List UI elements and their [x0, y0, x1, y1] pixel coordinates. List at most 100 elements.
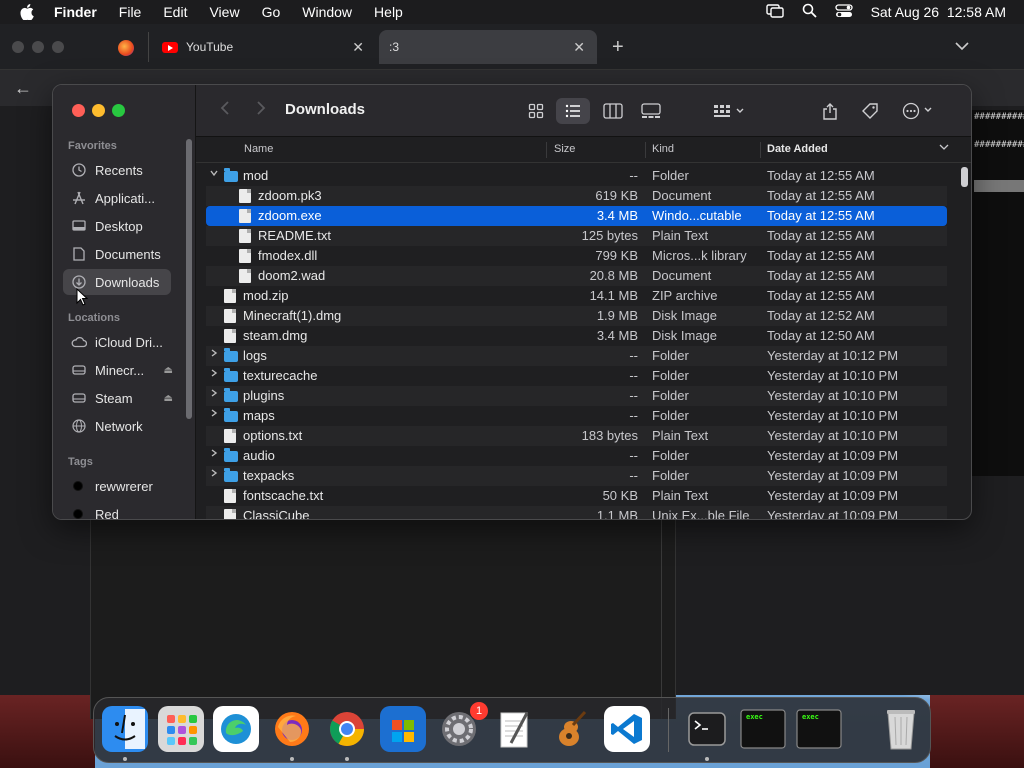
- browser-maximize-button[interactable]: [52, 41, 64, 53]
- chevron-down-icon[interactable]: [955, 38, 969, 56]
- column-header-name[interactable]: Name: [244, 143, 273, 155]
- window-close-button[interactable]: [72, 104, 85, 117]
- list-view-icon[interactable]: [556, 98, 590, 124]
- window-minimize-button[interactable]: [92, 104, 105, 117]
- file-row[interactable]: fontscache.txt 50 KB Plain Text Yesterday a…: [206, 486, 947, 506]
- disclosure-collapsed-icon[interactable]: [209, 368, 221, 381]
- file-row[interactable]: maps -- Folder Yesterday at 10:10 PM: [206, 406, 947, 426]
- trash-icon[interactable]: [878, 706, 924, 752]
- file-row[interactable]: ClassiCube 1.1 MB Unix Ex...ble File Yester…: [206, 506, 947, 519]
- firefox-icon[interactable]: [269, 706, 315, 752]
- file-list-scrollbar[interactable]: [961, 167, 968, 187]
- spotlight-icon[interactable]: [802, 3, 817, 21]
- file-row[interactable]: Minecraft(1).dmg 1.9 MB Disk Image Today at…: [206, 306, 947, 326]
- finder-window: Favorites Recents Applicati... Desktop D…: [52, 84, 972, 520]
- vscode-icon[interactable]: [604, 706, 650, 752]
- disclosure-collapsed-icon[interactable]: [209, 348, 221, 361]
- sidebar-item-recents[interactable]: Recents: [63, 157, 171, 183]
- textedit-icon[interactable]: [492, 706, 538, 752]
- sort-chevron-icon[interactable]: [939, 142, 949, 154]
- column-view-icon[interactable]: [599, 98, 627, 124]
- new-tab-button[interactable]: +: [612, 36, 624, 59]
- file-row[interactable]: mod.zip 14.1 MB ZIP archive Today at 12:55 …: [206, 286, 947, 306]
- sidebar-item-applications[interactable]: Applicati...: [63, 185, 171, 211]
- menu-go[interactable]: Go: [262, 4, 281, 20]
- chrome-icon[interactable]: [324, 706, 370, 752]
- terminal-icon[interactable]: [684, 706, 730, 752]
- control-center-icon[interactable]: [834, 3, 853, 21]
- file-row[interactable]: zdoom.pk3 619 KB Document Today at 12:55 AM: [206, 186, 947, 206]
- sidebar-item-desktop[interactable]: Desktop: [63, 213, 171, 239]
- tab-active[interactable]: :3 ✕: [379, 30, 597, 64]
- apple-menu-icon[interactable]: [18, 4, 36, 20]
- menu-window[interactable]: Window: [302, 4, 352, 20]
- garageband-icon[interactable]: [548, 706, 594, 752]
- file-row[interactable]: doom2.wad 20.8 MB Document Today at 12:55 A…: [206, 266, 947, 286]
- share-icon[interactable]: [819, 98, 841, 124]
- sidebar-scrollbar[interactable]: [186, 139, 192, 419]
- disclosure-collapsed-icon[interactable]: [209, 448, 221, 461]
- screen-mirroring-icon[interactable]: [765, 3, 784, 21]
- tab-divider: [148, 32, 149, 62]
- column-separator[interactable]: [546, 142, 547, 158]
- sidebar-item-icloud[interactable]: iCloud Dri...: [63, 329, 171, 355]
- menu-edit[interactable]: Edit: [163, 4, 187, 20]
- menu-view[interactable]: View: [209, 4, 239, 20]
- sidebar-item-network[interactable]: Network: [63, 413, 171, 439]
- menu-help[interactable]: Help: [374, 4, 403, 20]
- group-icon[interactable]: [710, 98, 750, 124]
- disclosure-expanded-icon[interactable]: [209, 168, 221, 181]
- microsoft-store-icon[interactable]: [380, 706, 426, 752]
- column-header-kind[interactable]: Kind: [652, 143, 674, 155]
- window-maximize-button[interactable]: [112, 104, 125, 117]
- file-row[interactable]: options.txt 183 bytes Plain Text Yesterday …: [206, 426, 947, 446]
- close-icon[interactable]: ✕: [352, 39, 364, 56]
- menu-app-name[interactable]: Finder: [54, 4, 97, 20]
- file-row[interactable]: fmodex.dll 799 KB Micros...k library Today …: [206, 246, 947, 266]
- sidebar-tag-red[interactable]: Red: [63, 501, 171, 519]
- edge-icon[interactable]: [213, 706, 259, 752]
- column-header-date-added[interactable]: Date Added: [767, 143, 828, 155]
- sidebar-tag-rewwrerer[interactable]: rewwrerer: [63, 473, 171, 499]
- column-separator[interactable]: [645, 142, 646, 158]
- eject-icon[interactable]: ⏏: [164, 393, 173, 404]
- finder-icon[interactable]: [102, 706, 148, 752]
- tag-icon[interactable]: [858, 98, 882, 124]
- file-row[interactable]: steam.dmg 3.4 MB Disk Image Today at 12:50 …: [206, 326, 947, 346]
- icon-view-icon[interactable]: [523, 98, 549, 124]
- eject-icon[interactable]: ⏏: [164, 365, 173, 376]
- exec-icon[interactable]: exec: [796, 706, 842, 752]
- gallery-view-icon[interactable]: [636, 98, 666, 124]
- launchpad-icon[interactable]: [158, 706, 204, 752]
- sidebar-item-minecraft-disk[interactable]: Minecr... ⏏: [63, 357, 173, 383]
- tab-youtube[interactable]: YouTube ✕: [150, 30, 376, 64]
- disclosure-collapsed-icon[interactable]: [209, 388, 221, 401]
- column-header-size[interactable]: Size: [554, 143, 575, 155]
- file-row[interactable]: texturecache -- Folder Yesterday at 10:10 P…: [206, 366, 947, 386]
- file-row[interactable]: plugins -- Folder Yesterday at 10:10 PM: [206, 386, 947, 406]
- back-arrow-icon[interactable]: ←: [14, 78, 32, 99]
- disclosure-collapsed-icon[interactable]: [209, 468, 221, 481]
- disclosure-collapsed-icon[interactable]: [209, 408, 221, 421]
- file-row[interactable]: logs -- Folder Yesterday at 10:12 PM: [206, 346, 947, 366]
- file-row[interactable]: zdoom.exe 3.4 MB Windo...cutable Today at 1…: [206, 206, 947, 226]
- file-row[interactable]: audio -- Folder Yesterday at 10:09 PM: [206, 446, 947, 466]
- system-settings-icon[interactable]: 1: [436, 702, 488, 752]
- sidebar-item-documents[interactable]: Documents: [63, 241, 171, 267]
- menu-file[interactable]: File: [119, 4, 142, 20]
- sidebar-item-steam-disk[interactable]: Steam ⏏: [63, 385, 173, 411]
- more-icon[interactable]: [900, 98, 940, 124]
- file-row[interactable]: mod -- Folder Today at 12:55 AM: [206, 166, 947, 186]
- file-kind: Folder: [652, 448, 689, 463]
- file-date-added: Today at 12:55 AM: [767, 208, 875, 223]
- file-row[interactable]: README.txt 125 bytes Plain Text Today at 12…: [206, 226, 947, 246]
- forward-button[interactable]: [256, 100, 266, 121]
- menu-clock[interactable]: Sat Aug 26 12:58 AM: [871, 4, 1006, 20]
- exec-icon[interactable]: exec: [740, 706, 786, 752]
- file-row[interactable]: texpacks -- Folder Yesterday at 10:09 PM: [206, 466, 947, 486]
- column-separator[interactable]: [760, 142, 761, 158]
- browser-minimize-button[interactable]: [32, 41, 44, 53]
- close-icon[interactable]: ✕: [573, 39, 585, 56]
- browser-close-button[interactable]: [12, 41, 24, 53]
- back-button[interactable]: [220, 100, 230, 121]
